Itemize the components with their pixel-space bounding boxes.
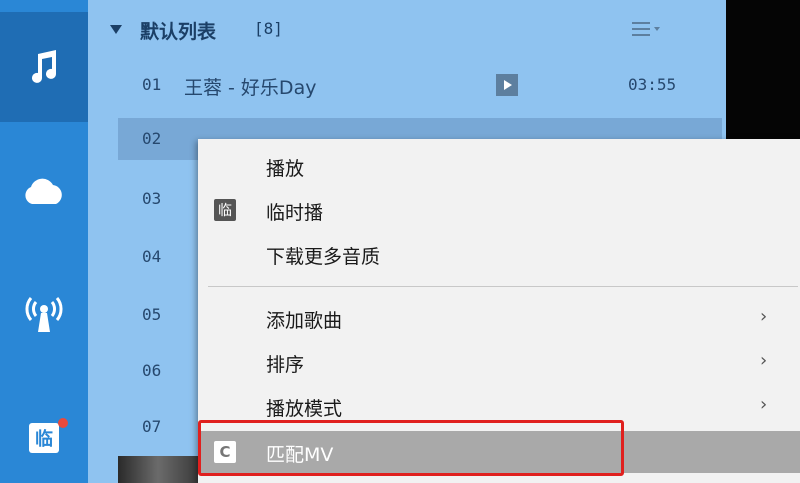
sidebar: 临: [0, 0, 88, 483]
sidebar-item-cloud[interactable]: [0, 156, 88, 228]
track-row[interactable]: 01 王蓉 - 好乐Day 03:55: [118, 64, 722, 106]
menu-item-sort[interactable]: 排序 ›: [198, 341, 800, 383]
submenu-arrow-icon: ›: [760, 350, 768, 371]
menu-item-add-song[interactable]: 添加歌曲 ›: [198, 297, 800, 339]
submenu-arrow-icon: ›: [760, 306, 768, 327]
mv-play-icon[interactable]: [496, 74, 518, 96]
menu-item-label: 排序: [266, 354, 305, 376]
music-note-icon: [32, 50, 56, 83]
track-number: 03: [142, 189, 162, 208]
sidebar-item-temp-play[interactable]: 临: [0, 402, 88, 474]
track-duration: 03:55: [628, 75, 677, 94]
radio-icon: [25, 297, 63, 332]
playlist-header[interactable]: 默认列表 [8]: [88, 0, 726, 58]
highlight-annotation: [198, 420, 624, 476]
temp-play-icon: 临: [214, 199, 236, 221]
cloud-icon: [25, 178, 62, 204]
menu-item-label: 播放: [266, 158, 305, 180]
menu-item-download[interactable]: 下载更多音质: [198, 233, 800, 275]
track-number: 02: [142, 129, 162, 148]
album-thumbnail: [118, 456, 198, 483]
temp-play-icon: 临: [29, 423, 59, 453]
list-menu-icon[interactable]: [632, 20, 662, 38]
sidebar-item-radio[interactable]: [0, 278, 88, 350]
track-number: 07: [142, 417, 162, 436]
menu-item-play[interactable]: 播放: [198, 145, 800, 187]
menu-separator: [208, 286, 798, 287]
collapse-triangle-icon[interactable]: [110, 25, 122, 34]
submenu-arrow-icon: ›: [760, 394, 768, 415]
sidebar-item-music[interactable]: [0, 12, 88, 122]
menu-item-label: 临时播: [266, 202, 324, 224]
menu-item-label: 播放模式: [266, 398, 343, 420]
menu-item-temp-play[interactable]: 临 临时播: [198, 189, 800, 231]
track-name: 王蓉 - 好乐Day: [184, 77, 317, 99]
menu-item-label: 添加歌曲: [266, 310, 343, 332]
notification-badge: [58, 418, 68, 428]
track-number: 06: [142, 361, 162, 380]
playlist-title: 默认列表: [140, 21, 217, 43]
track-number: 05: [142, 305, 162, 324]
track-number: 01: [142, 75, 162, 94]
track-number: 04: [142, 247, 162, 266]
menu-item-label: 下载更多音质: [266, 246, 381, 268]
playlist-count: [8]: [254, 19, 283, 38]
